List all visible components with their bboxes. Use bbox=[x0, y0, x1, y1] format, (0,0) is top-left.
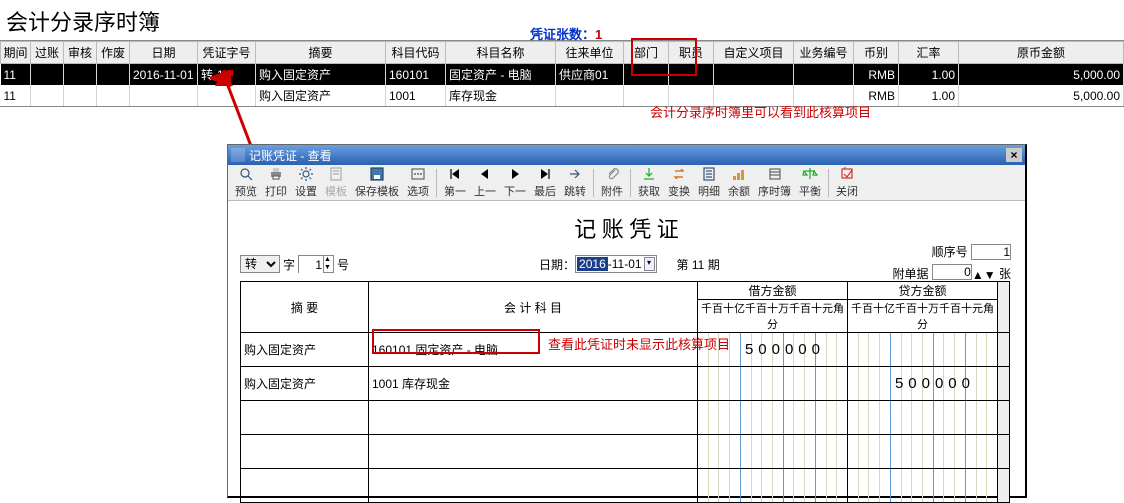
seq-label: 顺序号 bbox=[932, 245, 968, 259]
toolbar-序时簿[interactable]: 序时簿 bbox=[754, 165, 795, 200]
highlight-vendor-column bbox=[631, 38, 697, 76]
date-picker[interactable]: 2016-11-01 ▾ bbox=[575, 255, 657, 273]
close-icon[interactable]: × bbox=[1006, 148, 1022, 162]
toolbar-变换[interactable]: 变换 bbox=[664, 165, 694, 200]
grid-header[interactable]: 作废 bbox=[97, 42, 130, 64]
toolbar-余额[interactable]: 余额 bbox=[724, 165, 754, 200]
toolbar-关闭[interactable]: 关闭 bbox=[832, 165, 862, 200]
toolbar: 预览打印设置模板保存模板选项第一上一下一最后跳转附件获取变换明细余额序时簿平衡关… bbox=[228, 165, 1025, 201]
toolbar-跳转[interactable]: 跳转 bbox=[560, 165, 590, 200]
toolbar-保存模板[interactable]: 保存模板 bbox=[351, 165, 403, 200]
toolbar-第一[interactable]: 第一 bbox=[440, 165, 470, 200]
grid-header[interactable]: 日期 bbox=[130, 42, 198, 64]
grid-header[interactable]: 币别 bbox=[854, 42, 899, 64]
toolbar-预览[interactable]: 预览 bbox=[231, 165, 261, 200]
grid-header[interactable]: 凭证字号 bbox=[198, 42, 256, 64]
annotation-note-1: 会计分录序时簿里可以看到此核算项目 bbox=[650, 102, 871, 121]
voucher-number-spinner[interactable]: ▲▼ bbox=[298, 255, 334, 273]
grid-header[interactable]: 科目名称 bbox=[446, 42, 556, 64]
toolbar-附件[interactable]: 附件 bbox=[597, 165, 627, 200]
window-icon bbox=[231, 148, 245, 162]
grid-header[interactable]: 原币金额 bbox=[959, 42, 1124, 64]
seq-input[interactable] bbox=[971, 244, 1011, 260]
zi-label: 字 bbox=[283, 256, 295, 273]
date-label: 日期： bbox=[539, 256, 575, 273]
titlebar[interactable]: 记账凭证 - 查看 × bbox=[228, 145, 1025, 165]
voucher-entry-table[interactable]: 摘 要 会 计 科 目 借方金额 贷方金额 千百十亿千百十万千百十元角分 千百十… bbox=[240, 281, 1010, 503]
toolbar-平衡[interactable]: 平衡 bbox=[795, 165, 825, 200]
journal-grid[interactable]: 期间过账审核作废日期凭证字号摘要科目代码科目名称往来单位部门职员自定义项目业务编… bbox=[0, 40, 1124, 107]
grid-header[interactable]: 自定义项目 bbox=[714, 42, 794, 64]
toolbar-获取[interactable]: 获取 bbox=[634, 165, 664, 200]
voucher-row[interactable] bbox=[241, 435, 1010, 469]
window-title: 记账凭证 - 查看 bbox=[249, 147, 332, 164]
toolbar-模板[interactable]: 模板 bbox=[321, 165, 351, 200]
hao-label: 号 bbox=[337, 256, 349, 273]
voucher-row[interactable]: 购入固定资产1001 库存现金500000 bbox=[241, 367, 1010, 401]
toolbar-设置[interactable]: 设置 bbox=[291, 165, 321, 200]
attach-suffix: 张 bbox=[999, 267, 1011, 281]
grid-header[interactable]: 审核 bbox=[64, 42, 97, 64]
toolbar-上一[interactable]: 上一 bbox=[470, 165, 500, 200]
voucher-type-select[interactable]: 转 bbox=[240, 255, 280, 273]
toolbar-最后[interactable]: 最后 bbox=[530, 165, 560, 200]
calendar-icon[interactable]: ▾ bbox=[644, 257, 655, 271]
col-debit: 借方金额 bbox=[698, 282, 848, 300]
grid-header[interactable]: 汇率 bbox=[899, 42, 959, 64]
grid-header[interactable]: 业务编号 bbox=[794, 42, 854, 64]
attach-label: 附单据 bbox=[893, 267, 929, 281]
toolbar-明细[interactable]: 明细 bbox=[694, 165, 724, 200]
voucher-count: 凭证张数：1 bbox=[530, 24, 602, 43]
col-summary: 摘 要 bbox=[241, 282, 369, 333]
grid-header[interactable]: 往来单位 bbox=[556, 42, 624, 64]
voucher-window: 记账凭证 - 查看 × 预览打印设置模板保存模板选项第一上一下一最后跳转附件获取… bbox=[227, 144, 1027, 498]
annotation-note-2: 查看此凭证时未显示此核算项目 bbox=[548, 334, 730, 353]
col-account: 会 计 科 目 bbox=[369, 282, 698, 333]
voucher-row[interactable] bbox=[241, 469, 1010, 503]
attach-spinner[interactable]: ▲▼ bbox=[932, 264, 996, 286]
table-row[interactable]: 112016-11-01转-1购入固定资产160101固定资产 - 电脑供应商0… bbox=[1, 64, 1124, 86]
highlight-account-cell bbox=[372, 329, 540, 354]
table-row[interactable]: 11购入固定资产1001库存现金RMB1.005,000.00 bbox=[1, 85, 1124, 106]
grid-header[interactable]: 过账 bbox=[31, 42, 64, 64]
grid-header[interactable]: 摘要 bbox=[256, 42, 386, 64]
voucher-row[interactable] bbox=[241, 401, 1010, 435]
toolbar-下一[interactable]: 下一 bbox=[500, 165, 530, 200]
period-label: 第 11 期 bbox=[677, 256, 720, 273]
toolbar-打印[interactable]: 打印 bbox=[261, 165, 291, 200]
grid-header[interactable]: 科目代码 bbox=[386, 42, 446, 64]
toolbar-选项[interactable]: 选项 bbox=[403, 165, 433, 200]
grid-header[interactable]: 期间 bbox=[1, 42, 31, 64]
